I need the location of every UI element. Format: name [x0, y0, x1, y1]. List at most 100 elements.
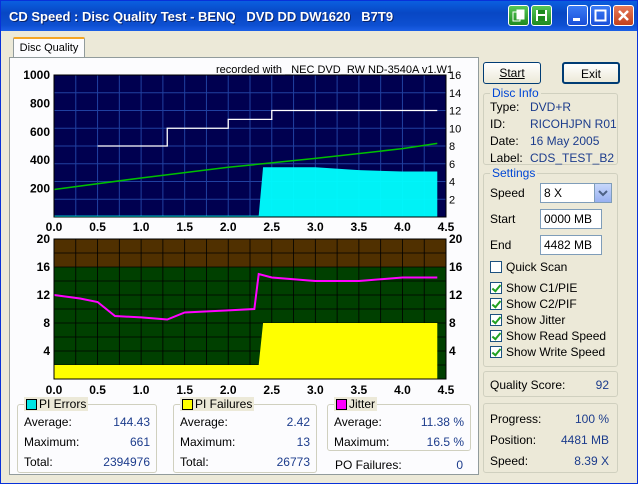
show-read-speed-checkbox[interactable]: [490, 330, 502, 342]
pi-failures-average-label: Average:: [180, 415, 228, 429]
pi-errors-maximum-label: Maximum:: [24, 435, 80, 449]
top-y-left-tick-label: 600: [30, 125, 50, 139]
bottom-y-right-tick-label: 20: [449, 232, 463, 246]
jitter-average-value: 11.38 %: [420, 415, 464, 429]
bottom-y-left-tick-label: 4: [43, 344, 50, 358]
bottom-x-tick-label: 4.0: [394, 383, 411, 397]
chart-header: recorded with _NEC DVD_RW ND-3540A v1.W1: [216, 64, 453, 76]
end-field[interactable]: 4482 MB: [540, 235, 602, 255]
progress-group: Progress: 100 % Position: 4481 MB Speed:…: [483, 403, 618, 473]
top-y-right-tick-label: 4: [449, 177, 455, 189]
settings-group: Settings Speed 8 X Start 0000 MB End 448…: [483, 166, 618, 367]
top-x-tick-label: 3.0: [307, 220, 324, 234]
pi-failures-total-label: Total:: [180, 455, 209, 469]
id-value: RICOHJPN R01: [530, 117, 617, 131]
jitter-average-label: Average:: [334, 415, 382, 429]
maximize-button[interactable]: [590, 5, 611, 26]
show-jitter-checkbox[interactable]: [490, 314, 502, 326]
bottom-x-tick-label: 3.0: [307, 383, 324, 397]
pi-errors-swatch: [26, 399, 37, 411]
bottom-y-right-tick-label: 8: [449, 316, 456, 330]
title-bar[interactable]: CD Speed : Disc Quality Test - BENQ DVD …: [1, 1, 637, 31]
top-y-left-tick-label: 1000: [23, 68, 50, 82]
bottom-y-left-tick-label: 8: [43, 316, 50, 330]
window-title: CD Speed : Disc Quality Test - BENQ DVD …: [9, 9, 394, 24]
pi-failures-title: PI Failures: [195, 397, 253, 411]
label-label: Label:: [490, 151, 523, 165]
minimize-button[interactable]: [567, 5, 588, 26]
exit-button[interactable]: Exit: [562, 62, 620, 84]
bottom-y-left-tick-label: 20: [37, 232, 51, 246]
pi-errors-total-label: Total:: [24, 455, 53, 469]
pi-failures-legend: PI Failures: [180, 397, 255, 411]
show-jitter-label: Show Jitter: [506, 313, 566, 327]
start-button[interactable]: Start: [483, 62, 541, 84]
top-y-right-tick-label: 14: [449, 88, 461, 100]
id-label: ID:: [490, 117, 506, 131]
po-failures-label: PO Failures:: [335, 458, 402, 472]
chevron-down-icon[interactable]: [594, 184, 611, 202]
show-c2-pif-label: Show C2/PIF: [506, 297, 577, 311]
bottom-y-right-tick-label: 4: [449, 344, 456, 358]
show-write-speed-label: Show Write Speed: [506, 345, 606, 359]
close-button[interactable]: [613, 5, 634, 26]
progress-value: 100 %: [574, 412, 609, 426]
copy-icon[interactable]: [508, 5, 529, 26]
start-button-label: Start: [499, 66, 525, 80]
type-label: Type:: [490, 100, 520, 114]
speed-readout-value: 8.39 X: [574, 454, 609, 468]
pi-errors-group: PI Errors Average: 144.43 Maximum: 661 T…: [17, 397, 157, 473]
top-y-right-tick-label: 6: [449, 159, 455, 171]
pi-failures-maximum-label: Maximum:: [180, 435, 236, 449]
speed-label: Speed: [490, 186, 525, 200]
pi-errors-average-label: Average:: [24, 415, 72, 429]
tab-disc-quality[interactable]: Disc Quality: [13, 37, 85, 57]
quality-score-group: Quality Score: 92: [483, 371, 618, 397]
top-x-tick-label: 2.5: [263, 220, 280, 234]
quality-score-label: Quality Score:: [490, 378, 566, 392]
bottom-y-right-tick-label: 12: [449, 288, 463, 302]
bottom-y-left-tick-label: 16: [37, 260, 51, 274]
top-x-tick-label: 0.5: [89, 220, 106, 234]
top-y-left-tick-label: 800: [30, 96, 50, 110]
quick-scan-checkbox[interactable]: [490, 261, 502, 273]
date-value: 16 May 2005: [530, 134, 600, 148]
jitter-swatch: [336, 399, 347, 411]
jitter-legend: Jitter: [334, 397, 378, 411]
bottom-x-tick-label: 1.0: [133, 383, 150, 397]
jitter-title: Jitter: [349, 397, 376, 411]
start-field[interactable]: 0000 MB: [540, 209, 602, 229]
exit-button-label: Exit: [580, 67, 601, 81]
date-label: Date:: [490, 134, 519, 148]
show-c2-pif-checkbox[interactable]: [490, 298, 502, 310]
bottom-x-tick-label: 0.0: [46, 383, 63, 397]
bottom-x-tick-label: 3.5: [351, 383, 368, 397]
bottom-x-tick-label: 1.5: [176, 383, 193, 397]
quick-scan-label: Quick Scan: [506, 260, 568, 274]
top-x-tick-label: 1.0: [133, 220, 150, 234]
po-failures-value: 0: [456, 458, 463, 472]
top-x-tick-label: 4.0: [394, 220, 411, 234]
top-y-right-tick-label: 10: [449, 123, 461, 135]
show-write-speed-checkbox[interactable]: [490, 346, 502, 358]
top-y-right-tick-label: 12: [449, 106, 461, 118]
bottom-x-tick-label: 4.5: [438, 383, 455, 397]
show-read-speed-label: Show Read Speed: [506, 329, 607, 343]
pi-failures-swatch: [182, 399, 193, 411]
disc-quality-charts: recorded with _NEC DVD_RW ND-3540A v1.W1…: [23, 64, 463, 397]
bottom-x-tick-label: 2.0: [220, 383, 237, 397]
pi-failures-maximum-value: 13: [296, 435, 310, 449]
disc-info-title: Disc Info: [490, 86, 541, 100]
disc-info-group: Disc Info Type: DVD+R ID: RICOHJPN R01 D…: [483, 86, 618, 165]
position-label: Position:: [490, 433, 537, 447]
app-window: CD Speed : Disc Quality Test - BENQ DVD …: [0, 0, 638, 484]
bottom-x-tick-label: 2.5: [263, 383, 280, 397]
show-c1-pie-checkbox[interactable]: [490, 282, 502, 294]
save-icon[interactable]: [531, 5, 552, 26]
label-value: CDS_TEST_B2: [530, 151, 615, 165]
bottom-y-right-tick-label: 16: [449, 260, 463, 274]
type-value: DVD+R: [530, 100, 572, 114]
speed-select[interactable]: 8 X: [540, 183, 612, 203]
top-y-right-tick-label: 8: [449, 141, 455, 153]
position-value: 4481 MB: [560, 433, 609, 447]
